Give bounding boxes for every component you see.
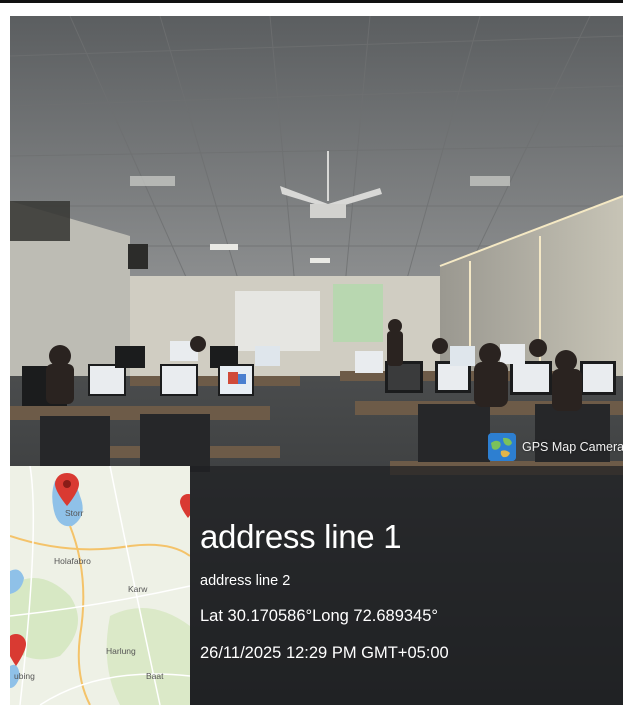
globe-icon — [488, 433, 516, 461]
address-line-2: address line 2 — [200, 573, 291, 589]
screenshot-frame: GPS Map Camera Storr Holafabro Karw Harl… — [0, 0, 623, 705]
map-label: Baat — [146, 671, 164, 681]
location-map: Storr Holafabro Karw Harlung Baat ubing — [10, 466, 190, 705]
map-label: ubing — [14, 671, 35, 681]
watermark-label: GPS Map Camera — [522, 440, 623, 454]
app-watermark: GPS Map Camera — [488, 427, 623, 467]
map-label: Karw — [128, 584, 148, 594]
map-label: Storr — [65, 508, 84, 518]
address-line-1: address line 1 — [200, 518, 402, 555]
top-border — [0, 0, 623, 3]
timestamp: 26/11/2025 12:29 PM GMT+05:00 — [200, 644, 449, 662]
map-label: Holafabro — [54, 556, 91, 566]
map-label: Harlung — [106, 646, 136, 656]
map-tiles — [10, 466, 190, 705]
coordinates: Lat 30.170586°Long 72.689345° — [200, 607, 439, 625]
